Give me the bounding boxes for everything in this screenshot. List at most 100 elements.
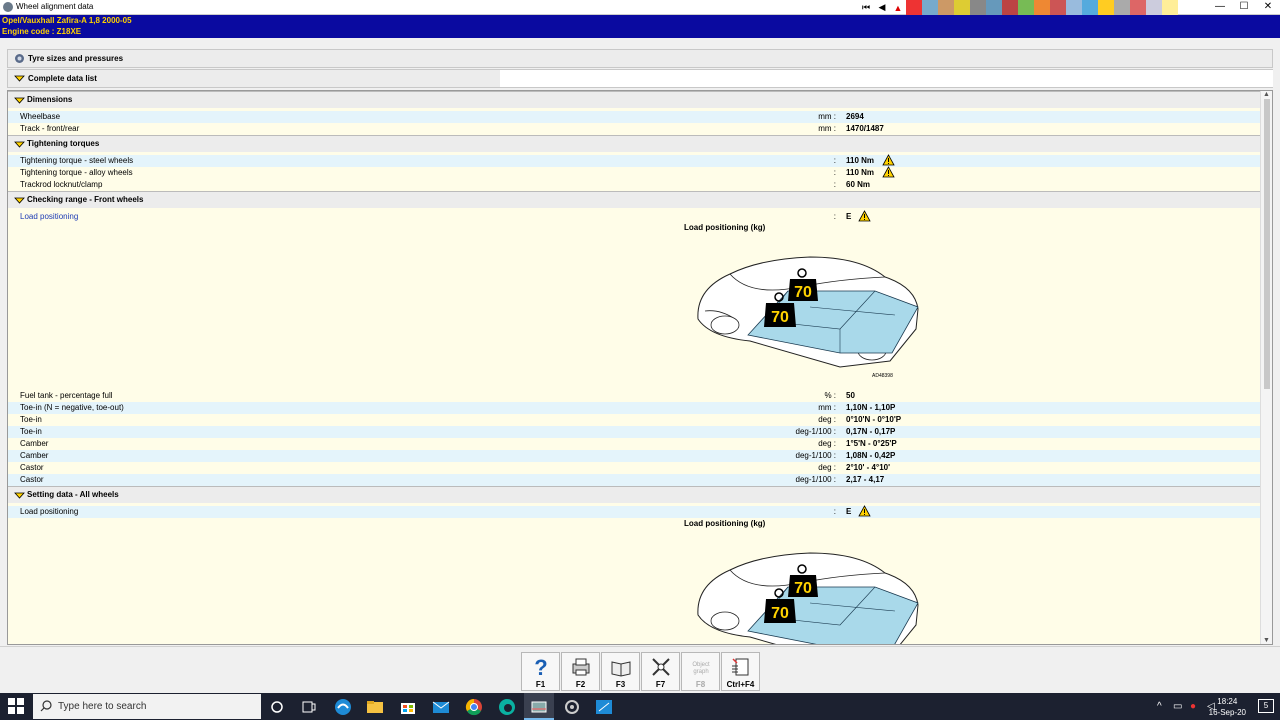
settings-app-icon[interactable] [562, 697, 582, 717]
warning-icon[interactable] [882, 154, 895, 166]
scrollbar-thumb[interactable] [1264, 99, 1270, 389]
chevron-icon [14, 197, 25, 204]
section-title: Checking range - Front wheels [27, 195, 144, 204]
table-row: Camber deg-1/100 : 1,08N - 0,42P [8, 450, 1260, 462]
warning-icon[interactable]: ▲ [890, 0, 906, 15]
section-title: Tightening torques [27, 139, 100, 148]
weight-rear-label: 70 [794, 580, 812, 597]
table-row: Camber deg : 1°5'N - 0°25'P [20, 439, 897, 448]
previous-icon[interactable]: ◀ [874, 0, 890, 15]
section-title: Dimensions [27, 95, 73, 104]
clock-date: 16-Sep-20 [1208, 708, 1246, 717]
help-button[interactable]: ? F1 [521, 652, 560, 691]
table-row: Toe-in deg-1/100 : 0,17N - 0,17P [8, 426, 1260, 438]
autodata-icon [531, 701, 547, 713]
antivirus-icon[interactable]: ● [1190, 701, 1196, 712]
lift-icon[interactable] [1002, 0, 1018, 15]
maximize-button[interactable]: ☐ [1233, 0, 1255, 15]
section-title: Setting data - All wheels [27, 490, 119, 499]
edge-chromium-icon[interactable] [497, 697, 517, 717]
first-record-icon[interactable]: ⏮ [858, 0, 874, 15]
svg-text:Object: Object [692, 662, 710, 668]
window-title: Wheel alignment data [16, 2, 94, 11]
table-row: Toe-in (N = negative, toe-out) mm : 1,10… [8, 402, 1260, 414]
document-close-icon [732, 658, 749, 676]
section-dimensions[interactable]: Dimensions [8, 91, 1260, 108]
key-icon[interactable] [954, 0, 970, 15]
timing-icon[interactable] [1050, 0, 1066, 15]
brake-icon[interactable] [1130, 0, 1146, 15]
windows-start-icon[interactable] [8, 698, 24, 714]
chevron-icon [14, 97, 25, 104]
complete-data-list-bar[interactable]: Complete data list [7, 69, 1273, 88]
load-positioning-diagram: 70 70 AD48398 [697, 256, 919, 379]
engine-icon[interactable] [938, 0, 954, 15]
electrical-icon[interactable] [1082, 0, 1098, 15]
scroll-down-icon[interactable]: ▼ [1263, 637, 1270, 644]
table-row: Track - front/rear mm : 1470/1487 [20, 124, 884, 133]
fuse-icon[interactable] [1066, 0, 1082, 15]
object-graph-icon: Objectgraph [692, 662, 710, 675]
table-row: Castor deg-1/100 : 2,17 - 4,17 [8, 474, 1260, 486]
table-row: Castor deg : 2°10' - 4°10' [20, 463, 891, 472]
wheel-icon[interactable] [970, 0, 986, 15]
load-positioning-row[interactable]: Load positioning : E [8, 210, 1260, 223]
store-icon[interactable] [398, 697, 418, 717]
task-view-icon[interactable] [299, 697, 319, 717]
show-hidden-icons-icon[interactable]: ^ [1157, 701, 1162, 712]
table-row: Toe-in deg : 0°10'N - 0°10'P [20, 415, 902, 424]
scroll-up-icon[interactable]: ▲ [1263, 91, 1270, 98]
warning-icon[interactable] [882, 166, 895, 178]
diagram-code: AD48398 [872, 373, 893, 379]
taskbar-clock[interactable]: 18:24 16-Sep-20 [1209, 696, 1246, 718]
service-icon[interactable] [1018, 0, 1034, 15]
taskbar-search[interactable]: Type here to search [33, 694, 261, 719]
taskbar: Type here to search ^ ▭ ● ◁ 18:24 16-Sep… [0, 693, 1280, 720]
tyre-icon[interactable] [986, 0, 1002, 15]
alignment-icon[interactable] [1146, 0, 1162, 15]
settings-icon[interactable] [1114, 0, 1130, 15]
tyre-sizes-bar[interactable]: Tyre sizes and pressures [7, 49, 1273, 68]
chevron-icon [14, 75, 25, 82]
bulb-icon[interactable] [1098, 0, 1114, 15]
warning-icon[interactable] [858, 505, 871, 517]
notification-count: 5 [1263, 701, 1269, 710]
section-checking-range[interactable]: Checking range - Front wheels [8, 191, 1260, 208]
book-button[interactable]: F3 [601, 652, 640, 691]
section-torques[interactable]: Tightening torques [8, 135, 1260, 152]
tools-button[interactable]: F7 [641, 652, 680, 691]
close-document-button[interactable]: Ctrl+F4 [721, 652, 760, 691]
section-setting-data[interactable]: Setting data - All wheels [8, 486, 1260, 503]
warning-icon[interactable] [858, 210, 871, 222]
chevron-icon [14, 492, 25, 499]
vertical-scrollbar[interactable]: ▲ ▼ [1260, 91, 1272, 644]
data-icon[interactable] [906, 0, 922, 15]
mail-icon[interactable] [431, 697, 451, 717]
app-window-icon[interactable] [594, 697, 614, 717]
minimize-button[interactable]: — [1209, 0, 1231, 15]
load-positioning-link[interactable]: Load positioning [20, 212, 78, 221]
notes-icon[interactable] [1162, 0, 1178, 15]
print-button[interactable]: F2 [561, 652, 600, 691]
close-button[interactable]: ✕ [1257, 0, 1279, 15]
active-app-button[interactable] [524, 693, 554, 720]
book-icon [611, 661, 631, 677]
object-graph-button[interactable]: Object graph F8 [681, 652, 720, 691]
chrome-icon[interactable] [464, 697, 484, 717]
tyre-icon [15, 54, 24, 63]
diagram-caption: Load positioning (kg) [684, 223, 766, 232]
list-icon[interactable] [922, 0, 938, 15]
notification-center[interactable]: 5 [1258, 699, 1274, 713]
table-row: Trackrod locknut/clamp : 60 Nm [20, 180, 871, 189]
engine-code: Engine code : Z18XE [2, 27, 82, 36]
file-explorer-icon[interactable] [365, 697, 385, 717]
weight-front-label: 70 [771, 605, 789, 622]
data-panel[interactable]: Dimensions Wheelbase mm : 2694 Track - f… [7, 90, 1273, 645]
edge-icon[interactable] [333, 697, 353, 717]
network-icon[interactable]: ▭ [1173, 701, 1182, 712]
toolbar: ⏮ ◀ ▲ [858, 0, 1178, 15]
table-row: Tightening torque - steel wheels : 110 N… [8, 154, 1260, 167]
cortana-icon[interactable] [267, 697, 287, 717]
oil-icon[interactable] [1034, 0, 1050, 15]
printer-icon [572, 658, 590, 676]
